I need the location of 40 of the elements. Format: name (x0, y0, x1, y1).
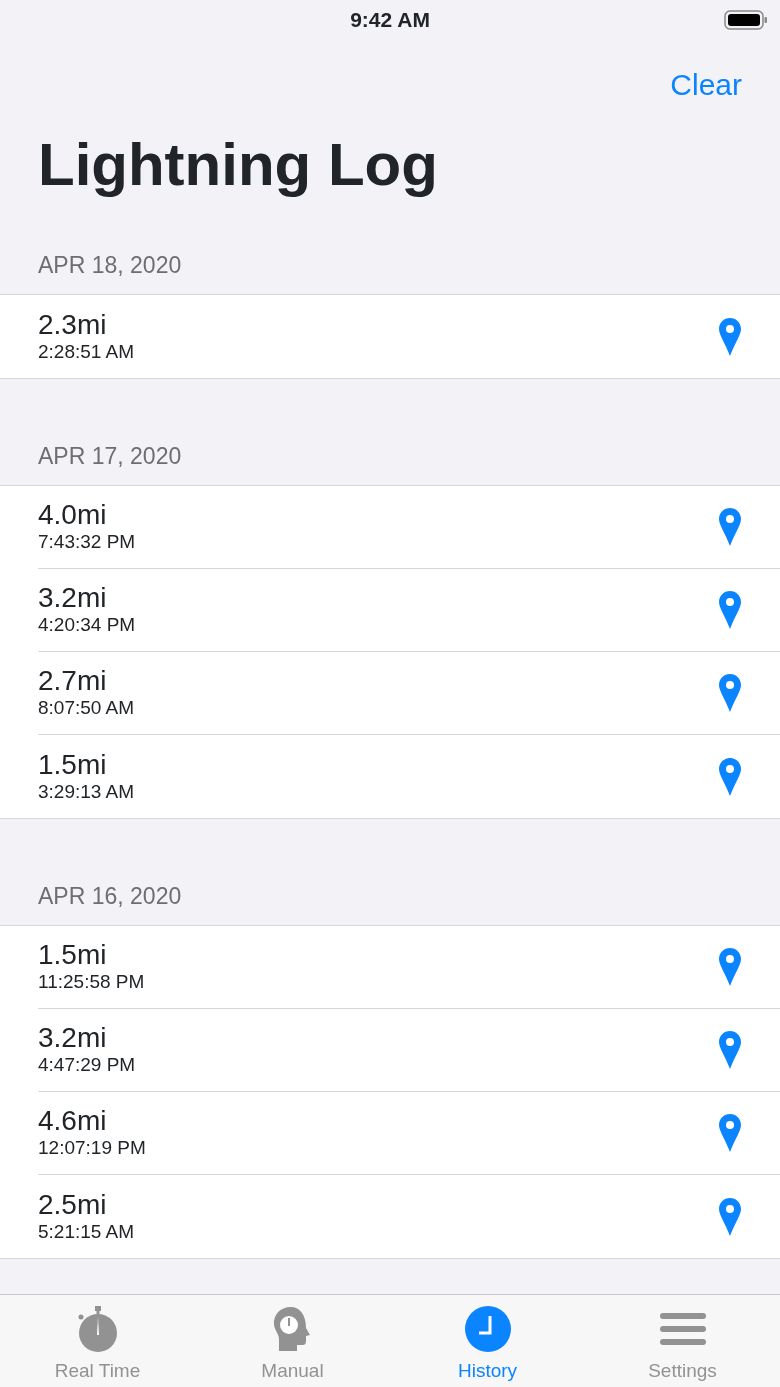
map-pin-icon[interactable] (718, 1113, 742, 1153)
time-text: 8:07:50 AM (38, 697, 135, 720)
map-pin-icon[interactable] (718, 1196, 742, 1237)
time-text: 4:20:34 PM (38, 614, 136, 637)
distance-text: 2.3mi (38, 309, 107, 341)
time-text: 3:29:13 AM (38, 780, 135, 804)
clear-button[interactable]: Clear (670, 60, 742, 110)
tab-button[interactable]: Settings (585, 1295, 780, 1387)
time-text: 2:28:51 AM (38, 340, 135, 364)
section-header: APR 17, 2020 (38, 441, 182, 471)
map-pin-icon[interactable] (718, 947, 742, 987)
time-text: 7:43:32 PM (38, 531, 136, 554)
battery-icon (724, 10, 768, 30)
distance-text: 4.6mi (38, 1106, 107, 1137)
menu-icon (659, 1311, 706, 1347)
distance-text: 1.5mi (38, 749, 107, 781)
time-text: 4:47:29 PM (38, 1054, 136, 1077)
time-text: 12:07:19 PM (38, 1137, 146, 1160)
page-title: Lightning Log (38, 130, 439, 198)
map-pin-icon[interactable] (718, 316, 742, 357)
section-header: APR 16, 2020 (38, 881, 182, 911)
tab-button[interactable]: Manual (195, 1295, 390, 1387)
clock-icon (463, 1305, 512, 1353)
map-pin-icon[interactable] (718, 1030, 742, 1070)
distance-text: 3.2mi (38, 583, 107, 614)
tab-button[interactable]: Real Time (0, 1295, 195, 1387)
time-text: 11:25:58 PM (38, 971, 145, 994)
distance-text: 1.5mi (38, 940, 107, 971)
status-time: 9:42 AM (350, 7, 430, 34)
tab-button[interactable]: History (390, 1295, 585, 1387)
map-pin-icon[interactable] (718, 756, 742, 797)
map-pin-icon[interactable] (718, 673, 742, 713)
section-header: APR 18, 2020 (38, 250, 182, 280)
distance-text: 4.0mi (38, 500, 107, 531)
distance-text: 2.7mi (38, 666, 107, 697)
map-pin-icon[interactable] (718, 590, 742, 630)
map-pin-icon[interactable] (718, 507, 742, 547)
distance-text: 2.5mi (38, 1189, 107, 1221)
time-text: 5:21:15 AM (38, 1220, 135, 1244)
distance-text: 3.2mi (38, 1023, 107, 1054)
